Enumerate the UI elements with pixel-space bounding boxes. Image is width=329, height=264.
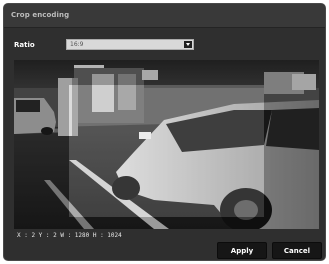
dialog-title: Crop encoding: [11, 11, 70, 19]
dialog-titlebar: Crop encoding: [4, 4, 325, 28]
camera-preview-image[interactable]: [14, 60, 319, 229]
crop-encoding-dialog: Crop encoding Ratio 16:9 X: 2 Y: 2 W:…: [3, 3, 326, 261]
chevron-down-icon[interactable]: [184, 41, 192, 48]
crop-coordinates-readout: X : 2 Y : 2 W : 1280 H : 1024: [17, 232, 122, 239]
garage-scene-image: [14, 60, 319, 229]
ratio-selected-value: 16:9: [70, 41, 84, 48]
apply-button[interactable]: Apply: [217, 242, 267, 259]
cancel-button[interactable]: Cancel: [272, 242, 322, 259]
ratio-select[interactable]: 16:9: [66, 39, 194, 50]
ratio-label: Ratio: [14, 41, 35, 49]
